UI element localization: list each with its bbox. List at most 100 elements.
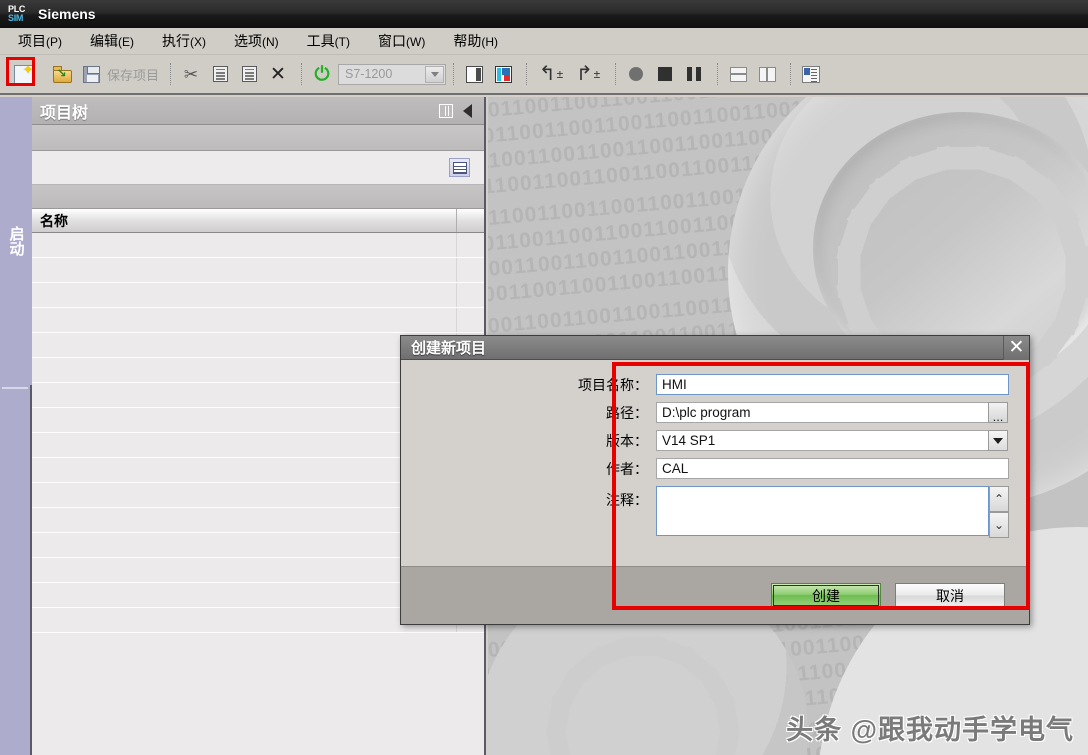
undo-dropdown-icon[interactable]: ± <box>557 67 564 81</box>
create-button[interactable]: 创建 <box>771 583 881 608</box>
collapse-panel-icon[interactable] <box>463 103 472 118</box>
undo-button[interactable]: ↰ ± <box>534 61 568 87</box>
menu-project-mnemonic: (P) <box>46 35 62 49</box>
menu-window[interactable]: 窗口(W) <box>376 29 427 53</box>
power-button[interactable]: ⏻ <box>309 61 335 87</box>
application-window: PLC SIM Siemens 项目(P) 编辑(E) 执行(X) 选项(N) … <box>0 0 1088 755</box>
split-vertical-button[interactable] <box>754 61 780 87</box>
paste-icon <box>241 66 257 82</box>
table-cell-end <box>456 233 484 257</box>
close-icon: ✕ <box>270 63 286 85</box>
split-vertical-icon <box>758 66 776 82</box>
field-row-project-path: 路径： D:\plc program ... <box>401 402 1029 423</box>
field-row-project-author: 作者： CAL <box>401 458 1029 479</box>
stop-button[interactable] <box>652 61 678 87</box>
table-cell-name <box>32 383 456 407</box>
menu-execute[interactable]: 执行(X) <box>160 29 208 53</box>
table-view-icon[interactable] <box>449 158 470 177</box>
table-cell-name <box>32 608 456 632</box>
open-project-button[interactable]: ↘ <box>49 61 75 87</box>
table-row[interactable] <box>32 308 484 333</box>
browse-path-button[interactable]: ... <box>988 402 1008 423</box>
main-toolbar: ↘ 保存项目 ✂ ✕ ⏻ S7-1200 <box>0 55 1088 95</box>
table-cell-name <box>32 458 456 482</box>
cancel-button[interactable]: 取消 <box>895 583 1005 608</box>
table-cell-name <box>32 233 456 257</box>
scroll-down-icon[interactable]: ⌄ <box>989 512 1009 538</box>
pause-button[interactable] <box>681 61 707 87</box>
menu-tools-label: 工具 <box>306 33 335 49</box>
table-cell-name <box>32 283 456 307</box>
chevron-down-icon[interactable] <box>425 65 445 83</box>
table-cell-name <box>32 333 456 357</box>
table-row[interactable] <box>32 283 484 308</box>
table-cell-name <box>32 258 456 282</box>
project-tree-column-header: 名称 <box>32 209 484 233</box>
field-row-project-comment: 注释： ⌃ ⌄ <box>401 486 1029 538</box>
dialog-close-button[interactable]: ✕ <box>1003 335 1029 360</box>
scroll-up-icon[interactable]: ⌃ <box>989 486 1009 512</box>
paste-button[interactable] <box>236 61 262 87</box>
rail-tab-startup-label: 启动 <box>7 226 25 256</box>
project-view-icon <box>802 65 821 83</box>
input-project-name[interactable]: HMI <box>656 374 1009 395</box>
menu-edit[interactable]: 编辑(E) <box>88 29 136 53</box>
table-cell-end <box>456 283 484 307</box>
column-header-end <box>456 209 484 232</box>
redo-dropdown-icon[interactable]: ± <box>594 67 601 81</box>
plc-type-value: S7-1200 <box>345 67 393 81</box>
delete-button[interactable]: ✕ <box>265 61 291 87</box>
column-header-name: 名称 <box>40 212 68 229</box>
toolbar-separator-6 <box>717 63 719 85</box>
table-cell-name <box>32 483 456 507</box>
compile-button[interactable] <box>461 61 487 87</box>
input-project-version[interactable]: V14 SP1 <box>656 430 989 451</box>
version-dropdown-icon[interactable] <box>988 430 1008 451</box>
cut-button[interactable]: ✂ <box>178 61 204 87</box>
columns-icon[interactable] <box>439 103 453 118</box>
redo-button[interactable]: ↱ ± <box>571 61 605 87</box>
save-project-button[interactable] <box>78 61 104 87</box>
table-row[interactable] <box>32 258 484 283</box>
record-button[interactable] <box>623 61 649 87</box>
dialog-title: 创建新项目 <box>411 340 487 357</box>
layout-button[interactable] <box>490 61 516 87</box>
redo-icon: ↱ <box>575 63 593 85</box>
menu-project[interactable]: 项目(P) <box>16 29 64 53</box>
task-rail: 启动 <box>0 97 32 755</box>
plcsim-logo-icon: PLC SIM <box>8 4 30 24</box>
plc-type-select[interactable]: S7-1200 <box>338 63 447 85</box>
rail-tab-startup[interactable]: 启动 <box>0 97 32 385</box>
menu-help[interactable]: 帮助(H) <box>451 29 500 53</box>
layout-icon <box>494 65 512 83</box>
pause-bars-icon <box>687 67 702 81</box>
copy-button[interactable] <box>207 61 233 87</box>
dialog-body: 项目名称： HMI 路径： D:\plc program ... 版本： V14… <box>401 360 1029 566</box>
menu-help-mnemonic: (H) <box>481 35 498 49</box>
menu-options[interactable]: 选项(N) <box>232 29 281 53</box>
menu-project-label: 项目 <box>18 33 46 49</box>
new-project-button[interactable] <box>6 57 36 87</box>
project-view-button[interactable] <box>798 61 824 87</box>
menu-tools[interactable]: 工具(T) <box>305 29 352 53</box>
input-project-comment[interactable] <box>656 486 989 536</box>
logo-line-sim: SIM <box>8 13 24 23</box>
menu-tools-mnemonic: (T) <box>334 35 350 49</box>
input-project-author[interactable]: CAL <box>656 458 1009 479</box>
project-tree-header: 项目树 <box>32 97 484 125</box>
compile-icon <box>465 65 483 83</box>
split-horizontal-button[interactable] <box>725 61 751 87</box>
table-row[interactable] <box>32 233 484 258</box>
table-cell-name <box>32 433 456 457</box>
menu-window-label: 窗口 <box>378 33 406 49</box>
table-cell-name <box>32 308 456 332</box>
rail-divider <box>2 387 28 389</box>
menu-execute-label: 执行 <box>162 33 190 49</box>
table-cell-name <box>32 558 456 582</box>
toolbar-separator-2 <box>301 63 303 85</box>
project-tree-band-upper <box>32 125 484 151</box>
label-project-author: 作者： <box>606 460 648 477</box>
comment-scrollbar[interactable]: ⌃ ⌄ <box>989 486 1009 538</box>
label-project-path: 路径： <box>606 404 648 421</box>
input-project-path[interactable]: D:\plc program <box>656 402 989 423</box>
